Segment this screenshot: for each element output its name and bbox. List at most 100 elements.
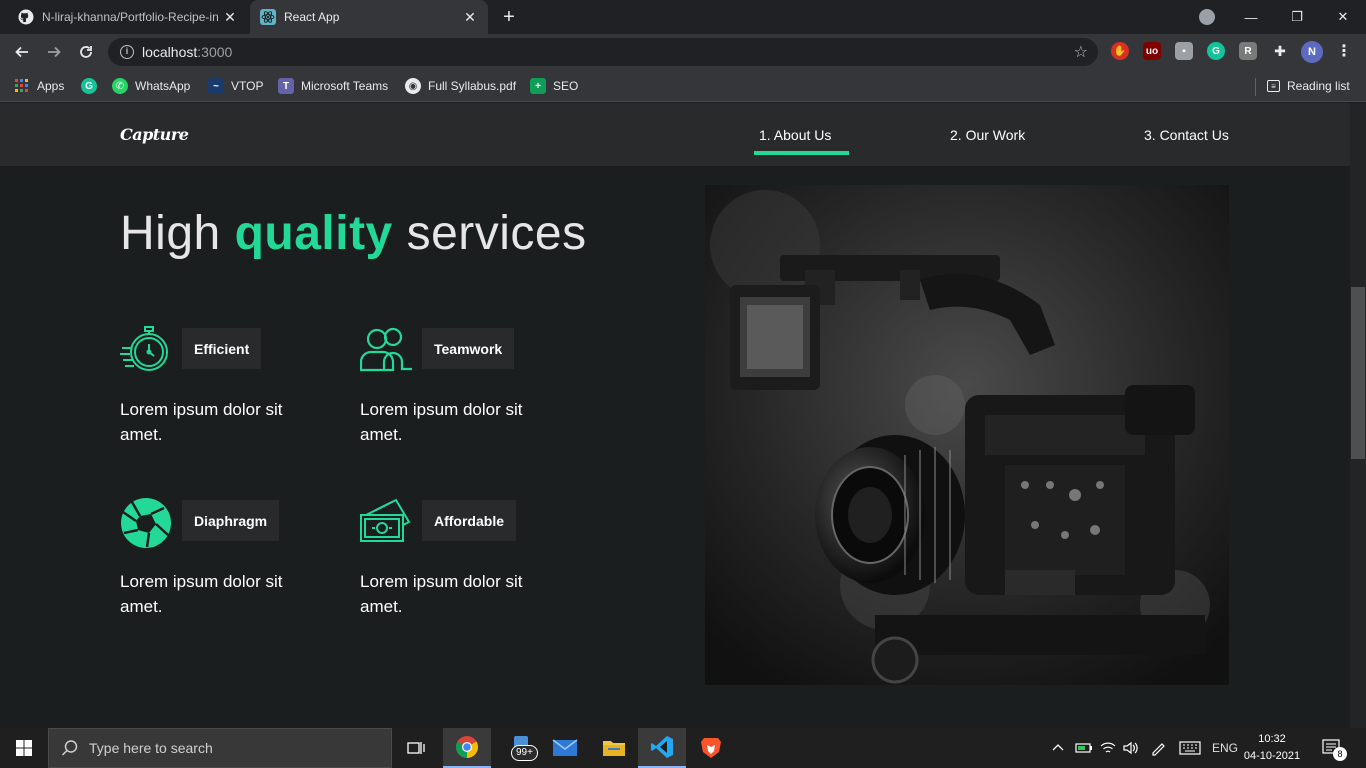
- site-navbar: Capture 1. About Us 2. Our Work 3. Conta…: [0, 103, 1350, 166]
- mail-taskbar-button[interactable]: [541, 728, 589, 768]
- tab-github[interactable]: N-liraj-khanna/Portfolio-Recipe-in ✕: [8, 0, 248, 34]
- windows-taskbar: Type here to search 99+ ENG 10:32 04-10-…: [0, 728, 1366, 768]
- chrome-taskbar-button[interactable]: [443, 728, 491, 768]
- active-nav-underline: [754, 151, 849, 155]
- brave-lion-icon: [701, 738, 721, 758]
- battery-tray-icon[interactable]: [1075, 728, 1093, 768]
- folder-icon: [603, 741, 625, 756]
- tab-title: React App: [284, 10, 340, 24]
- pen-tray-icon[interactable]: [1150, 728, 1168, 768]
- title-part: services: [392, 207, 587, 260]
- service-card-diaphragm: Diaphragm Lorem ipsum dolor sit amet.: [120, 497, 320, 627]
- taskbar-clock[interactable]: 10:32 04-10-2021: [1240, 731, 1304, 765]
- start-button[interactable]: [0, 728, 48, 768]
- bookmark-grammarly[interactable]: G: [81, 76, 104, 96]
- profile-avatar[interactable]: N: [1301, 41, 1323, 63]
- extension-icon[interactable]: ▪: [1175, 42, 1193, 60]
- bookmarks-divider: [1255, 78, 1256, 96]
- close-window-button[interactable]: ✕: [1320, 0, 1366, 34]
- nav-our-work[interactable]: 2. Our Work: [950, 127, 1025, 143]
- extensions-puzzle-icon[interactable]: ✚: [1271, 42, 1289, 60]
- service-title: Teamwork: [422, 328, 515, 369]
- service-title: Efficient: [182, 328, 262, 369]
- reading-list-icon: ≡: [1267, 80, 1280, 92]
- service-description: Lorem ipsum dolor sit amet.: [120, 572, 283, 616]
- site-info-icon[interactable]: i: [120, 45, 134, 59]
- browser-menu-icon[interactable]: ⋮: [1335, 42, 1353, 60]
- show-hidden-icons-button[interactable]: [1052, 728, 1064, 768]
- close-tab-icon[interactable]: ✕: [222, 9, 238, 25]
- address-bar[interactable]: i localhost:3000 ☆: [108, 38, 1098, 66]
- scrollbar-thumb[interactable]: [1351, 287, 1365, 459]
- page-title: High quality services: [120, 206, 587, 261]
- camera-illustration: [705, 185, 1229, 685]
- bookmark-vtop[interactable]: ~ VTOP: [208, 76, 263, 96]
- wifi-tray-icon[interactable]: [1100, 728, 1116, 768]
- reading-list-button[interactable]: ≡ Reading list: [1267, 76, 1350, 96]
- reload-button[interactable]: [74, 40, 98, 64]
- bookmark-syllabus[interactable]: ◉ Full Syllabus.pdf: [405, 76, 516, 96]
- taskbar-search-box[interactable]: Type here to search: [48, 728, 392, 768]
- bookmark-teams[interactable]: T Microsoft Teams: [278, 76, 388, 96]
- reading-list-label: Reading list: [1287, 79, 1350, 93]
- bookmark-star-icon[interactable]: ☆: [1074, 42, 1088, 62]
- volume-tray-icon[interactable]: [1123, 728, 1139, 768]
- search-placeholder: Type here to search: [89, 740, 213, 756]
- brave-taskbar-button[interactable]: [687, 728, 735, 768]
- clock-time: 10:32: [1258, 733, 1286, 745]
- service-card-affordable: Affordable Lorem ipsum dolor sit amet.: [360, 497, 560, 627]
- title-part: High: [120, 207, 235, 260]
- sheets-icon: +: [530, 78, 546, 94]
- keyboard-icon: [1179, 741, 1201, 755]
- service-description: Lorem ipsum dolor sit amet.: [120, 400, 283, 444]
- url-port: :3000: [197, 44, 233, 60]
- ublock-extension-icon[interactable]: uo: [1143, 42, 1161, 60]
- tab-title: N-liraj-khanna/Portfolio-Recipe-in: [42, 10, 219, 24]
- tab-search-icon[interactable]: [1199, 9, 1215, 25]
- bookmark-apps[interactable]: Apps: [14, 76, 64, 96]
- nav-about-us[interactable]: 1. About Us: [759, 127, 831, 143]
- site-logo[interactable]: Capture: [120, 125, 189, 144]
- camera-photo: [705, 185, 1229, 685]
- bookmark-seo[interactable]: + SEO: [530, 76, 578, 96]
- adblock-extension-icon[interactable]: ✋: [1111, 42, 1129, 60]
- input-language[interactable]: ENG: [1212, 728, 1238, 768]
- close-tab-icon[interactable]: ✕: [462, 9, 478, 25]
- file-explorer-taskbar-button[interactable]: [590, 728, 638, 768]
- minimize-button[interactable]: —: [1228, 0, 1274, 34]
- vtop-icon: ~: [208, 78, 224, 94]
- team-icon: [360, 327, 412, 372]
- back-button[interactable]: [10, 40, 34, 64]
- service-card-efficient: Efficient Lorem ipsum dolor sit amet.: [120, 325, 320, 455]
- action-center-button[interactable]: 8: [1322, 728, 1347, 768]
- money-icon: [360, 498, 411, 542]
- reload-icon: [80, 46, 92, 58]
- bookmarks-bar: Apps G ✆ WhatsApp ~ VTOP T Microsoft Tea…: [0, 70, 1366, 102]
- bookmark-label: Apps: [37, 79, 65, 93]
- mail-icon: [552, 739, 578, 756]
- maximize-button[interactable]: ❐: [1274, 0, 1320, 34]
- forward-button[interactable]: [42, 40, 66, 64]
- nav-contact-us[interactable]: 3. Contact Us: [1144, 127, 1229, 143]
- bookmark-label: Full Syllabus.pdf: [428, 79, 517, 93]
- arrow-left-icon: [15, 46, 28, 58]
- browser-toolbar: i localhost:3000 ☆ ✋ uo ▪ G R ✚ N ⋮: [0, 34, 1366, 70]
- bookmark-whatsapp[interactable]: ✆ WhatsApp: [112, 76, 190, 96]
- vscode-taskbar-button[interactable]: [638, 728, 686, 768]
- battery-icon: [1075, 743, 1092, 753]
- calculator-taskbar-button[interactable]: 99+: [497, 728, 545, 768]
- grammarly-extension-icon[interactable]: G: [1207, 42, 1225, 60]
- tab-react-app[interactable]: React App ✕: [250, 0, 488, 34]
- keyboard-tray-icon[interactable]: [1179, 728, 1201, 768]
- task-view-icon: [407, 742, 425, 754]
- wifi-icon: [1100, 742, 1116, 753]
- extension-r-icon[interactable]: R: [1239, 42, 1257, 60]
- service-title: Diaphragm: [182, 500, 280, 541]
- stopwatch-icon: [120, 326, 168, 371]
- chevron-up-icon: [1052, 744, 1064, 751]
- whatsapp-icon: ✆: [112, 78, 128, 94]
- task-view-button[interactable]: [392, 728, 440, 768]
- new-tab-button[interactable]: +: [498, 6, 520, 28]
- grammarly-icon: G: [81, 78, 97, 94]
- clock-date: 04-10-2021: [1243, 750, 1301, 762]
